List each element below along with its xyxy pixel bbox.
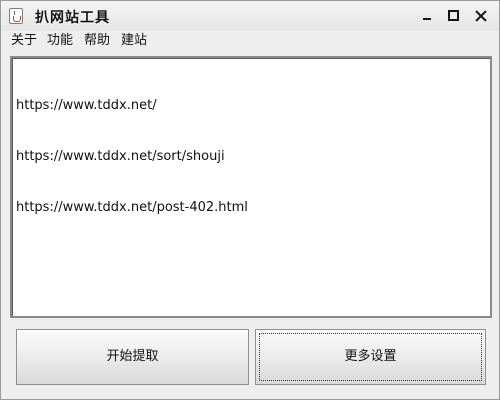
window-controls xyxy=(415,6,491,26)
menu-functions[interactable]: 功能 xyxy=(46,32,74,50)
menu-bar: 关于 功能 帮助 建站 xyxy=(1,31,499,51)
window-title: 扒网站工具 xyxy=(35,10,110,26)
menu-help[interactable]: 帮助 xyxy=(83,32,111,50)
minimize-icon[interactable] xyxy=(417,6,437,26)
url-list-textarea[interactable]: https://www.tddx.net/ https://www.tddx.n… xyxy=(10,56,492,318)
menu-about[interactable]: 关于 xyxy=(10,32,38,50)
start-extract-label: 开始提取 xyxy=(106,349,159,364)
maximize-icon[interactable] xyxy=(444,6,464,26)
title-bar[interactable]: 扒网站工具 xyxy=(1,1,499,31)
menu-build-site[interactable]: 建站 xyxy=(120,32,148,50)
url-line: https://www.tddx.net/ xyxy=(16,98,157,113)
more-settings-button[interactable]: 更多设置 xyxy=(255,329,486,385)
url-list-content[interactable]: https://www.tddx.net/ https://www.tddx.n… xyxy=(12,58,490,316)
start-extract-button[interactable]: 开始提取 xyxy=(16,329,249,385)
app-window: 扒网站工具 关于 功能 帮助 建站 https://www.tddx.net/ … xyxy=(0,0,500,400)
url-line: https://www.tddx.net/sort/shouji xyxy=(16,149,225,164)
close-icon[interactable] xyxy=(471,6,491,26)
url-line: https://www.tddx.net/post-402.html xyxy=(16,200,248,215)
java-app-icon xyxy=(9,8,23,24)
more-settings-label: 更多设置 xyxy=(344,349,397,364)
